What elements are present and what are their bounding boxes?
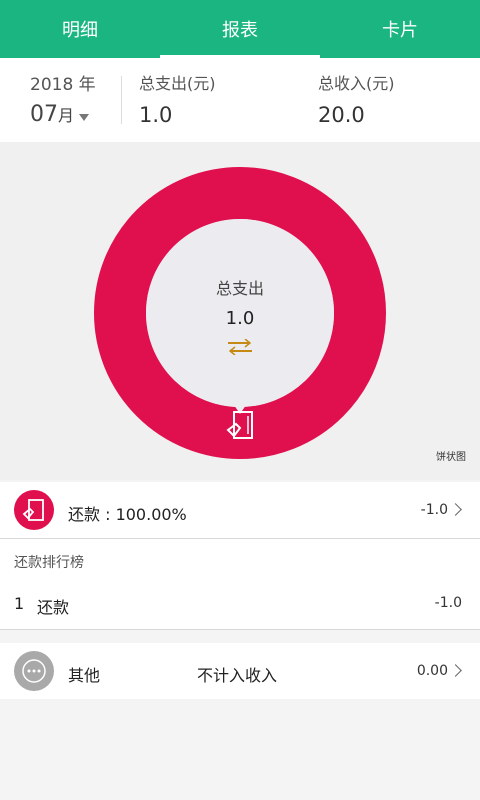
tab-cards[interactable]: 卡片 (320, 0, 480, 58)
ranking-title: 还款排行榜 (14, 555, 84, 571)
total-income-label: 总收入(元) (318, 74, 395, 93)
chevron-right-icon (449, 503, 462, 516)
total-expense-label: 总支出(元) (139, 74, 216, 93)
total-expense-value: 1.0 (139, 103, 173, 127)
divider (0, 629, 480, 630)
ranking-item[interactable]: 1 还款 -1.0 (0, 583, 480, 627)
category-row-repayment[interactable]: 还款 : 100.00% -1.0 (0, 482, 480, 538)
month-number: 07 (30, 102, 58, 127)
tab-report[interactable]: 报表 (160, 0, 320, 58)
ranking-item-name: 还款 (37, 598, 70, 617)
chart-center-value: 1.0 (225, 308, 255, 329)
chart-center-title: 总支出 (215, 279, 264, 298)
category-label: 还款 : 100.00% (68, 505, 187, 524)
total-income-value: 20.0 (318, 103, 365, 127)
other-label: 其他 (68, 666, 101, 685)
divider (121, 76, 122, 124)
tab-details[interactable]: 明细 (0, 0, 160, 58)
chart-type-label[interactable]: 饼状图 (436, 448, 466, 463)
summary-header: 2018 年 07月 总支出(元) 1.0 总收入(元) 20.0 (0, 58, 480, 142)
swap-icon[interactable] (226, 339, 254, 355)
ranking-item-amount: -1.0 (434, 595, 462, 611)
chart-area: 总支出 1.0 饼状图 (0, 142, 480, 480)
year-label: 2018 年 (30, 75, 96, 95)
ranking-item-rank: 1 (14, 594, 25, 613)
repayment-card-icon (226, 411, 253, 439)
category-amount: -1.0 (420, 502, 448, 518)
other-note: 不计入收入 (197, 666, 278, 685)
chevron-right-icon (449, 664, 462, 677)
other-amount: 0.00 (416, 663, 448, 679)
month-selector[interactable]: 07月 (30, 102, 74, 127)
other-row[interactable]: 其他 不计入收入 0.00 (0, 643, 480, 699)
dropdown-caret-icon[interactable] (79, 114, 89, 121)
month-unit: 月 (58, 106, 75, 125)
ranking-section: 还款排行榜 1 还款 -1.0 (0, 539, 480, 629)
repayment-card-icon (14, 490, 54, 530)
top-tab-bar: 明细 报表 卡片 (0, 0, 480, 58)
more-dots-icon (14, 651, 54, 691)
